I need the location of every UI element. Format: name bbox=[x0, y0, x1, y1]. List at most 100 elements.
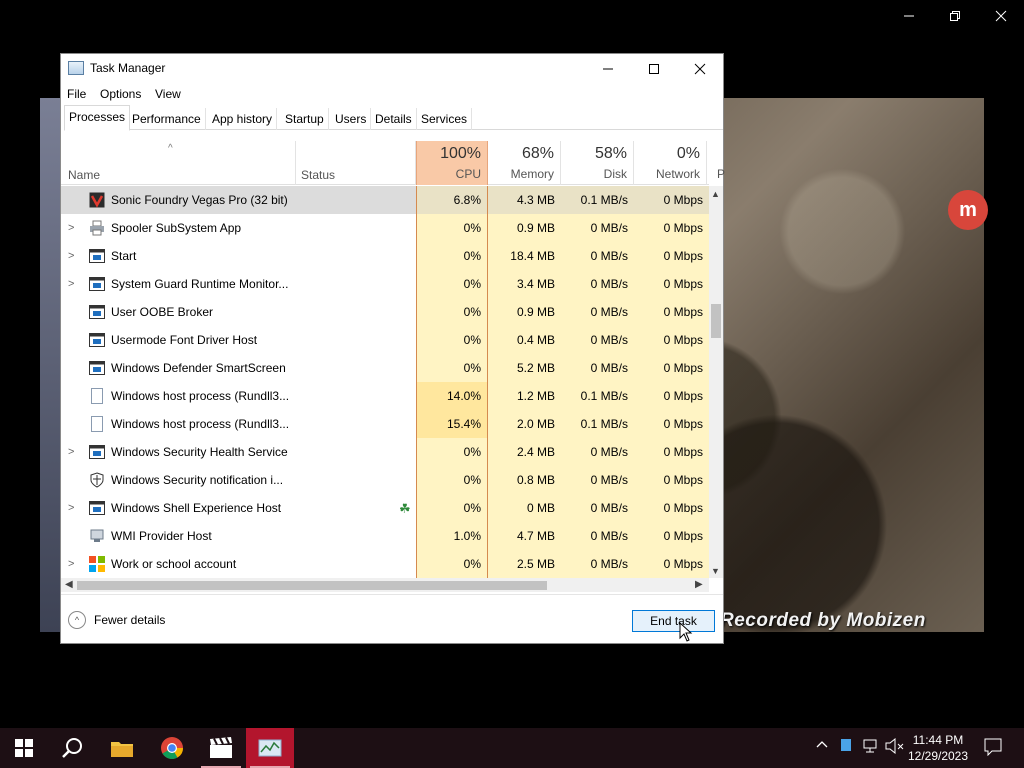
process-row[interactable]: WMI Provider Host 1.0% 4.7 MB 0 MB/s 0 Mbps bbox=[61, 522, 709, 550]
end-task-button[interactable]: End task bbox=[632, 610, 715, 632]
tab-users[interactable]: Users bbox=[331, 108, 372, 130]
cpu-cell: 6.8% bbox=[416, 186, 488, 214]
chevron-up-icon bbox=[816, 741, 828, 748]
taskbar: 11:44 PM 12/29/2023 bbox=[0, 728, 1024, 768]
suspended-leaf-icon: ☘ bbox=[399, 501, 411, 516]
video-editor-button[interactable] bbox=[197, 728, 245, 768]
restore-icon bbox=[950, 11, 960, 21]
memory-cell: 3.4 MB bbox=[488, 270, 561, 298]
chevron-right-icon[interactable]: > bbox=[68, 278, 74, 290]
process-name: WMI Provider Host bbox=[111, 529, 212, 543]
horizontal-scroll-thumb[interactable] bbox=[77, 581, 547, 590]
name-column-header[interactable]: ^ Name bbox=[61, 141, 296, 185]
process-row[interactable]: > System Guard Runtime Monitor... 0% 3.4 MB… bbox=[61, 270, 709, 298]
process-row[interactable]: > Work or school account 0% 2.5 MB 0 MB/s 0 M… bbox=[61, 550, 709, 578]
clock-time[interactable]: 11:44 PM bbox=[906, 733, 970, 747]
title-bar[interactable]: Task Manager bbox=[61, 54, 723, 84]
tab-app-history[interactable]: App history bbox=[208, 108, 278, 130]
process-row[interactable]: Windows host process (Rundll3... 15.4% 2.0… bbox=[61, 410, 709, 438]
tab-services[interactable]: Services bbox=[417, 108, 473, 130]
tab-strip: Processes Performance App history Startu… bbox=[64, 105, 723, 131]
process-row[interactable]: > Windows Shell Experience Host ☘ 0% 0 MB 0 M… bbox=[61, 494, 709, 522]
scroll-up-icon[interactable]: ▲ bbox=[711, 189, 720, 199]
memory-column-header[interactable]: 68% Memory bbox=[488, 141, 561, 185]
vertical-scroll-thumb[interactable] bbox=[711, 304, 721, 338]
network-cell: 0 Mbps bbox=[634, 214, 709, 242]
memory-cell: 4.3 MB bbox=[488, 186, 561, 214]
disk-cell: 0 MB/s bbox=[561, 214, 634, 242]
scroll-down-icon[interactable]: ▼ bbox=[711, 566, 720, 576]
process-row[interactable]: > Spooler SubSystem App 0% 0.9 MB 0 MB/s 0 Mb… bbox=[61, 214, 709, 242]
minimize-button[interactable] bbox=[585, 54, 631, 84]
host-close-button[interactable] bbox=[978, 4, 1024, 28]
clock-date[interactable]: 12/29/2023 bbox=[906, 749, 970, 763]
horizontal-scrollbar[interactable]: ◀ ▶ bbox=[61, 578, 709, 592]
speaker-mute-icon bbox=[885, 737, 904, 755]
folder-icon bbox=[111, 742, 133, 757]
disk-column-header[interactable]: 58% Disk bbox=[561, 141, 634, 185]
host-minimize-button[interactable] bbox=[886, 4, 932, 28]
menu-options[interactable]: Options bbox=[100, 87, 141, 101]
volume-muted-icon[interactable] bbox=[885, 737, 905, 757]
scroll-left-icon[interactable]: ◀ bbox=[65, 579, 73, 590]
file-explorer-button[interactable] bbox=[98, 728, 146, 768]
process-row[interactable]: Windows Defender SmartScreen 0% 5.2 MB 0 MB… bbox=[61, 354, 709, 382]
notification-center-icon[interactable] bbox=[984, 738, 1002, 759]
process-list: Sonic Foundry Vegas Pro (32 bit) 6.8% 4.3 … bbox=[61, 186, 709, 578]
process-row[interactable]: User OOBE Broker 0% 0.9 MB 0 MB/s 0 Mbps bbox=[61, 298, 709, 326]
chevron-right-icon[interactable]: > bbox=[68, 558, 74, 570]
tab-performance[interactable]: Performance bbox=[128, 108, 206, 130]
process-icon bbox=[89, 192, 105, 208]
menu-file[interactable]: File bbox=[67, 87, 86, 101]
process-row[interactable]: Windows Security notification i... 0% 0.8 … bbox=[61, 466, 709, 494]
show-hidden-icons-icon[interactable] bbox=[816, 738, 828, 753]
tab-processes[interactable]: Processes bbox=[64, 105, 131, 131]
network-cell: 0 Mbps bbox=[634, 550, 709, 578]
process-name: Windows host process (Rundll3... bbox=[111, 389, 290, 403]
chevron-right-icon[interactable]: > bbox=[68, 446, 74, 458]
search-button[interactable] bbox=[48, 728, 96, 768]
network-icon[interactable] bbox=[862, 738, 880, 757]
process-row[interactable]: > Windows Security Health Service 0% 2.4 MB… bbox=[61, 438, 709, 466]
memory-label: Memory bbox=[510, 167, 554, 181]
menu-view[interactable]: View bbox=[155, 87, 181, 101]
disk-cell: 0 MB/s bbox=[561, 550, 634, 578]
process-row[interactable]: > Start 0% 18.4 MB 0 MB/s 0 Mbps bbox=[61, 242, 709, 270]
process-name: Usermode Font Driver Host bbox=[111, 333, 258, 347]
cpu-column-header[interactable]: 100% CPU bbox=[416, 141, 488, 185]
chevron-up-circle-icon[interactable]: ^ bbox=[68, 611, 86, 629]
cpu-cell: 0% bbox=[416, 214, 488, 242]
start-button[interactable] bbox=[0, 728, 48, 768]
maximize-button[interactable] bbox=[631, 54, 677, 84]
cpu-cell: 0% bbox=[416, 354, 488, 382]
task-manager-taskbar-button[interactable] bbox=[246, 728, 294, 768]
process-icon bbox=[89, 388, 105, 404]
chevron-right-icon[interactable]: > bbox=[68, 222, 74, 234]
task-manager-icon bbox=[258, 739, 282, 757]
vertical-scrollbar[interactable]: ▲ ▼ bbox=[709, 186, 723, 578]
host-restore-button[interactable] bbox=[932, 4, 978, 28]
tab-startup[interactable]: Startup bbox=[281, 108, 329, 130]
memory-cell: 1.2 MB bbox=[488, 382, 561, 410]
scroll-right-icon[interactable]: ▶ bbox=[695, 579, 703, 590]
chrome-button[interactable] bbox=[148, 728, 196, 768]
disk-cell: 0 MB/s bbox=[561, 494, 634, 522]
process-icon bbox=[89, 332, 105, 348]
process-row[interactable]: Windows host process (Rundll3... 14.0% 1.2… bbox=[61, 382, 709, 410]
tab-details[interactable]: Details bbox=[371, 108, 417, 130]
status-column-header[interactable]: Status bbox=[296, 141, 416, 185]
menu-bar: File Options View bbox=[61, 84, 723, 106]
cpu-cell: 0% bbox=[416, 242, 488, 270]
cpu-cell: 0% bbox=[416, 466, 488, 494]
fewer-details-link[interactable]: Fewer details bbox=[94, 613, 165, 627]
close-button[interactable] bbox=[677, 54, 723, 84]
power-column-header[interactable]: P bbox=[707, 141, 725, 185]
chevron-right-icon[interactable]: > bbox=[68, 250, 74, 262]
process-row[interactable]: Sonic Foundry Vegas Pro (32 bit) 6.8% 4.3 … bbox=[61, 186, 709, 214]
process-row[interactable]: Usermode Font Driver Host 0% 0.4 MB 0 MB/s 0… bbox=[61, 326, 709, 354]
network-column-header[interactable]: 0% Network bbox=[634, 141, 707, 185]
close-icon bbox=[694, 63, 706, 75]
memory-cell: 0 MB bbox=[488, 494, 561, 522]
chevron-right-icon[interactable]: > bbox=[68, 502, 74, 514]
tray-app-icon[interactable] bbox=[840, 738, 852, 755]
